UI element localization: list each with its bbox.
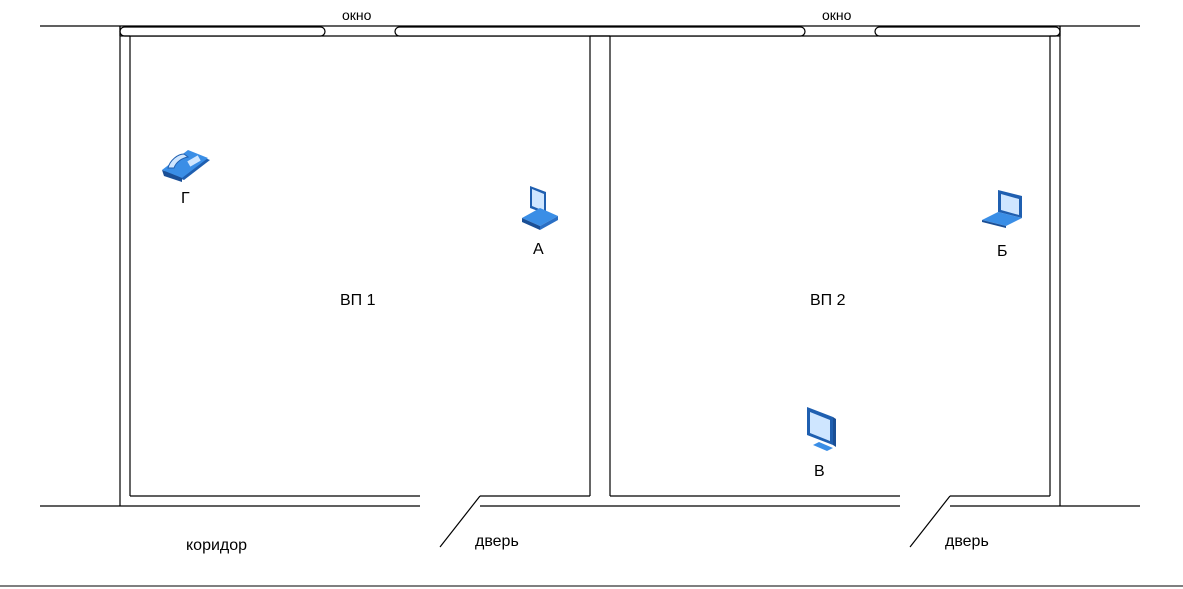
- door-label-1: дверь: [475, 533, 519, 550]
- window-segment-1b: [394, 26, 806, 37]
- laptop-icon: [982, 190, 1022, 228]
- device-label-a: А: [533, 241, 544, 258]
- floor-plan: [0, 25, 1183, 587]
- telephone-icon: [162, 150, 210, 182]
- window-label-2: окно: [822, 7, 852, 23]
- monitor-icon: [807, 407, 836, 451]
- device-label-b: Б: [997, 243, 1008, 260]
- device-label-v: В: [814, 463, 825, 480]
- window-segment-2b: [874, 26, 1061, 37]
- window-label-1: окно: [342, 7, 372, 23]
- window-segment-1a: [119, 26, 326, 37]
- room-label-vp2: ВП 2: [810, 292, 846, 309]
- corridor-label: коридор: [186, 537, 248, 554]
- desktop-computer-icon: [522, 186, 558, 230]
- device-label-g: Г: [181, 190, 190, 207]
- door-swing-1: [439, 495, 481, 548]
- door-swing-2: [909, 495, 951, 548]
- door-label-2: дверь: [945, 533, 989, 550]
- room-label-vp1: ВП 1: [340, 292, 376, 309]
